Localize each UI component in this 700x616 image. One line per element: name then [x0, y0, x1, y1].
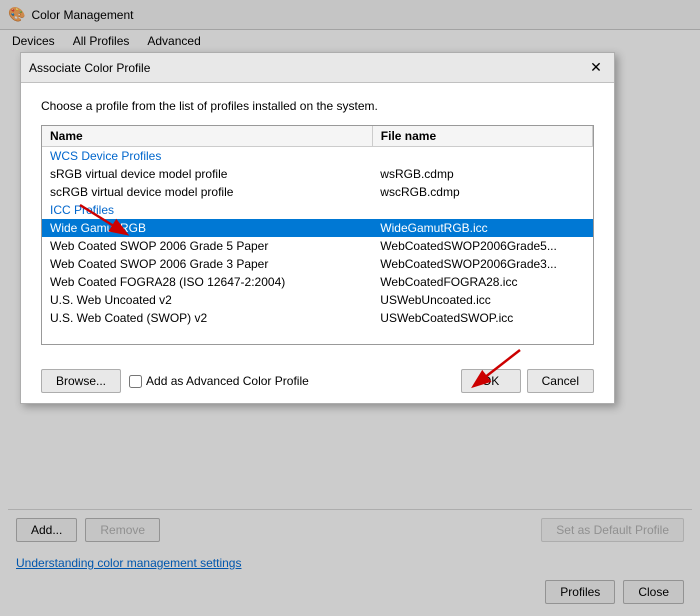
table-row[interactable]: Web Coated FOGRA28 (ISO 12647-2:2004)Web… [42, 273, 593, 291]
dialog-footer: Browse... Add as Advanced Color Profile … [21, 359, 614, 403]
advanced-color-checkbox[interactable] [129, 375, 142, 388]
table-row[interactable]: WCS Device Profiles [42, 147, 593, 166]
profile-list[interactable]: Name File name WCS Device ProfilessRGB v… [41, 125, 594, 345]
profile-name-cell: ICC Profiles [42, 201, 372, 219]
profile-filename-cell: WideGamutRGB.icc [372, 219, 592, 237]
table-header: Name File name [42, 126, 593, 147]
profile-filename-cell: USWebUncoated.icc [372, 291, 592, 309]
profile-table: Name File name WCS Device ProfilessRGB v… [42, 126, 593, 327]
profile-filename-cell: USWebCoatedSWOP.icc [372, 309, 592, 327]
browse-button[interactable]: Browse... [41, 369, 121, 393]
profile-name-cell: Web Coated SWOP 2006 Grade 3 Paper [42, 255, 372, 273]
profile-name-cell: Web Coated SWOP 2006 Grade 5 Paper [42, 237, 372, 255]
col-name: Name [42, 126, 372, 147]
main-window: 🎨 Color Management Devices All Profiles … [0, 0, 700, 616]
dialog-body: Choose a profile from the list of profil… [21, 83, 614, 359]
dialog-action-buttons: OK Cancel [461, 369, 594, 393]
associate-color-profile-dialog: Associate Color Profile ✕ Choose a profi… [20, 52, 615, 404]
profile-name-cell: sRGB virtual device model profile [42, 165, 372, 183]
dialog-title-bar: Associate Color Profile ✕ [21, 53, 614, 83]
table-row[interactable]: U.S. Web Coated (SWOP) v2USWebCoatedSWOP… [42, 309, 593, 327]
profile-filename-cell: WebCoatedSWOP2006Grade5... [372, 237, 592, 255]
cancel-button[interactable]: Cancel [527, 369, 594, 393]
profile-name-cell: U.S. Web Uncoated v2 [42, 291, 372, 309]
profile-name-cell: Web Coated FOGRA28 (ISO 12647-2:2004) [42, 273, 372, 291]
table-row[interactable]: U.S. Web Uncoated v2USWebUncoated.icc [42, 291, 593, 309]
advanced-color-checkbox-label[interactable]: Add as Advanced Color Profile [129, 374, 453, 388]
profile-filename-cell: wscRGB.cdmp [372, 183, 592, 201]
profile-name-cell: U.S. Web Coated (SWOP) v2 [42, 309, 372, 327]
table-row[interactable]: Wide Gamut RGBWideGamutRGB.icc [42, 219, 593, 237]
profile-filename-cell: WebCoatedFOGRA28.icc [372, 273, 592, 291]
table-row[interactable]: sRGB virtual device model profilewsRGB.c… [42, 165, 593, 183]
profile-filename-cell: wsRGB.cdmp [372, 165, 592, 183]
table-row[interactable]: Web Coated SWOP 2006 Grade 5 PaperWebCoa… [42, 237, 593, 255]
dialog-title: Associate Color Profile [29, 61, 586, 75]
table-row[interactable]: Web Coated SWOP 2006 Grade 3 PaperWebCoa… [42, 255, 593, 273]
col-filename: File name [372, 126, 592, 147]
profile-name-cell: scRGB virtual device model profile [42, 183, 372, 201]
table-row[interactable]: scRGB virtual device model profilewscRGB… [42, 183, 593, 201]
dialog-close-button[interactable]: ✕ [586, 58, 606, 78]
profile-filename-cell: WebCoatedSWOP2006Grade3... [372, 255, 592, 273]
ok-button[interactable]: OK [461, 369, 521, 393]
profile-name-cell: Wide Gamut RGB [42, 219, 372, 237]
table-row[interactable]: ICC Profiles [42, 201, 593, 219]
dialog-description: Choose a profile from the list of profil… [41, 99, 594, 113]
profile-filename-cell [372, 201, 592, 219]
profile-filename-cell [372, 147, 592, 166]
profile-name-cell: WCS Device Profiles [42, 147, 372, 166]
advanced-color-label: Add as Advanced Color Profile [146, 374, 309, 388]
